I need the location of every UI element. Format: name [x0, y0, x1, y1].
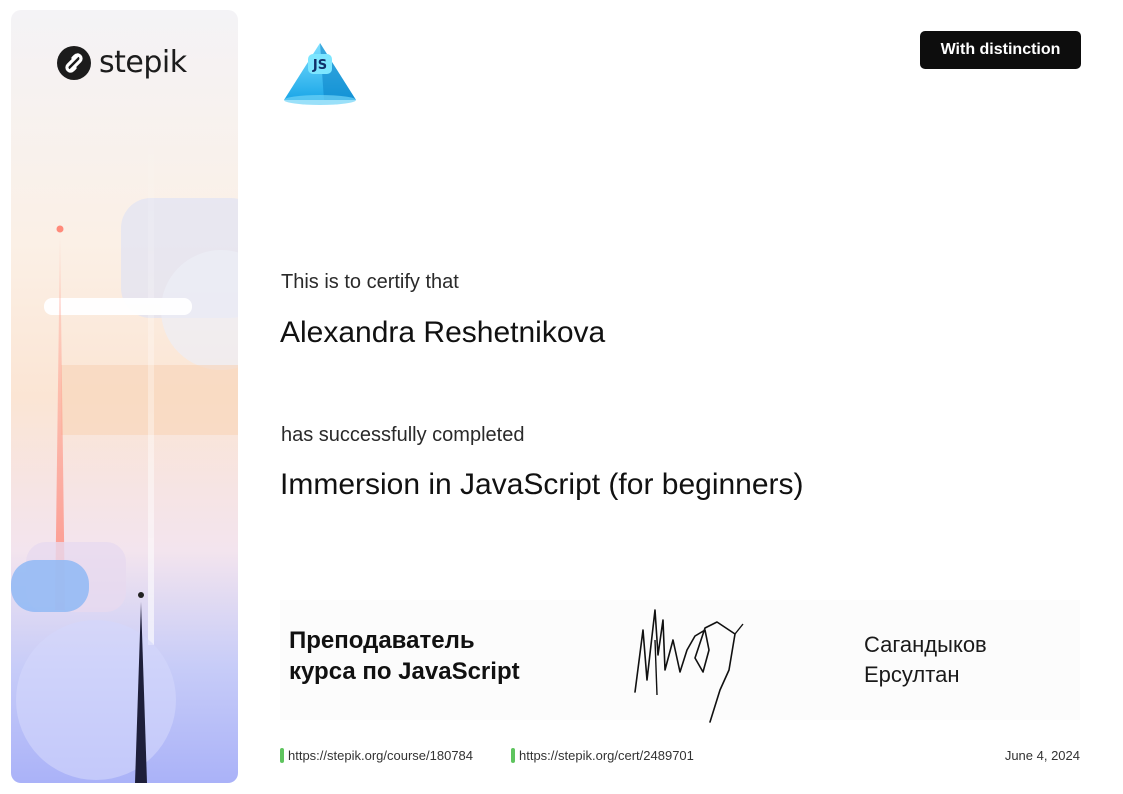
- stepik-logo: stepik: [57, 45, 187, 80]
- decorative-side-panel: [11, 10, 238, 783]
- green-marker: [280, 748, 284, 763]
- recipient-name: Alexandra Reshetnikova: [280, 316, 606, 349]
- cert-url[interactable]: https://stepik.org/cert/2489701: [519, 748, 694, 763]
- completed-text: has successfully completed: [281, 424, 525, 446]
- cert-link[interactable]: https://stepik.org/cert/2489701: [511, 748, 694, 763]
- stepik-logo-icon: [57, 45, 91, 80]
- instructor-role-line1: Преподаватель: [289, 627, 475, 654]
- course-link[interactable]: https://stepik.org/course/180784: [280, 748, 473, 763]
- instructor-name-line1: Сагандыков: [864, 632, 987, 657]
- course-url[interactable]: https://stepik.org/course/180784: [288, 748, 473, 763]
- instructor-role: Преподаватель курса по JavaScript: [289, 625, 520, 687]
- course-logo-text: JS: [312, 58, 327, 73]
- handwritten-signature: [634, 609, 744, 723]
- instructor-role-line2: курса по JavaScript: [289, 658, 520, 685]
- brand-name: stepik: [99, 45, 187, 80]
- instructor-name-line2: Ерсултан: [864, 662, 960, 687]
- issue-date: June 4, 2024: [1004, 748, 1080, 763]
- instructor-name: Сагандыков Ерсултан: [864, 630, 987, 690]
- javascript-course-logo-icon: JS: [284, 43, 356, 105]
- distinction-badge: With distinction: [920, 31, 1081, 69]
- course-title: Immersion in JavaScript (for beginners): [280, 468, 804, 501]
- certify-text: This is to certify that: [281, 271, 459, 293]
- abstract-artwork: [11, 125, 238, 783]
- green-marker: [511, 748, 515, 763]
